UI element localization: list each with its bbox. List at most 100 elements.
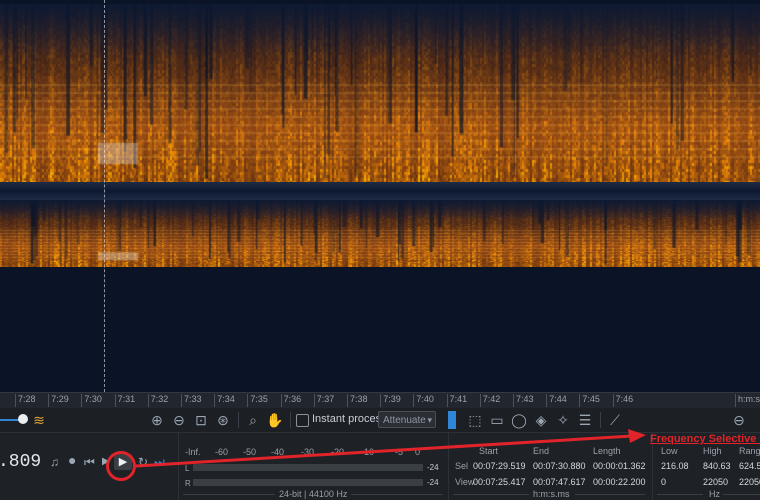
time-tick: 7:40 bbox=[413, 394, 434, 407]
headphones-icon[interactable]: ♫ bbox=[50, 455, 59, 469]
meter-scale-tick: -Inf. bbox=[185, 447, 201, 457]
spectrogram-view[interactable] bbox=[0, 0, 760, 392]
spectrogram-channel-left[interactable] bbox=[0, 4, 760, 182]
meter-scale-tick: 0 bbox=[415, 447, 421, 457]
selection-info: Start End Length Sel 00:07:29.519 00:07:… bbox=[448, 433, 649, 500]
zoom-out-icon[interactable]: ⊖ bbox=[730, 411, 748, 429]
time-tick: 7:45 bbox=[579, 394, 600, 407]
lasso-icon[interactable]: ◯ bbox=[510, 411, 528, 429]
time-tick: 7:39 bbox=[380, 394, 401, 407]
time-tick: 7:38 bbox=[347, 394, 368, 407]
time-tick: 7:33 bbox=[181, 394, 202, 407]
instant-process-label: Instant process bbox=[312, 413, 387, 425]
zoom-in-icon[interactable]: ⊕ bbox=[148, 411, 166, 429]
highlight-circle bbox=[106, 451, 136, 481]
sel-high-field[interactable]: 840.63 bbox=[703, 461, 731, 471]
header-low: Low bbox=[661, 446, 678, 456]
time-tick: 7:31 bbox=[114, 394, 136, 407]
skip-back-icon[interactable]: ⏮ bbox=[84, 455, 95, 469]
view-length-field[interactable]: 00:00:22.200 bbox=[593, 477, 646, 487]
time-tick: 7:36 bbox=[280, 394, 302, 407]
harmonic-icon[interactable]: ☰ bbox=[576, 411, 594, 429]
meter-left-bar bbox=[193, 464, 423, 471]
spectrogram-channel-right[interactable] bbox=[0, 200, 760, 267]
toolbar-divider bbox=[600, 412, 601, 428]
waveform-icon[interactable]: ≋ bbox=[30, 411, 48, 429]
time-select-icon[interactable] bbox=[448, 411, 456, 429]
chevron-down-icon: ▾ bbox=[427, 415, 432, 425]
sel-range-field[interactable]: 624.55 bbox=[739, 461, 760, 471]
time-tick: 7:42 bbox=[479, 394, 501, 407]
status-panel: .809 ♫ ● ⏮ ▶ ▶ ↻ ⏭ -Inf. -60 -50 -40 -30 -20-… bbox=[0, 433, 760, 500]
envelope-icon[interactable]: ⟋ bbox=[606, 411, 624, 429]
meter-right-value: -24 bbox=[427, 478, 439, 487]
annotation-callout: Frequency Selective Li bbox=[650, 433, 760, 445]
sel-low-field[interactable]: 216.08 bbox=[661, 461, 689, 471]
skip-forward-icon[interactable]: ⏭ bbox=[154, 455, 165, 469]
time-tick: 7:28 bbox=[15, 394, 36, 407]
sel-length-field[interactable]: 00:00:01.362 bbox=[593, 461, 646, 471]
instant-process-checkbox[interactable] bbox=[296, 414, 309, 427]
row-label-sel: Sel bbox=[455, 461, 469, 471]
sel-end-field[interactable]: 00:07:30.880 bbox=[533, 461, 586, 471]
toolbar: ≋ ⊕ ⊖ ⊡ ⊛ ⌕ ✋ Instant process Attenuate … bbox=[0, 408, 760, 433]
zoom-fit-icon[interactable]: ⊛ bbox=[214, 411, 232, 429]
rect-select-icon[interactable]: ⬚ bbox=[466, 411, 484, 429]
header-start: Start bbox=[479, 446, 499, 456]
header-range: Range bbox=[739, 446, 760, 456]
magic-wand-icon[interactable]: ✧ bbox=[554, 411, 572, 429]
record-icon[interactable]: ● bbox=[68, 453, 76, 467]
brush-icon[interactable]: ◈ bbox=[532, 411, 550, 429]
time-tick: 7:29 bbox=[48, 394, 69, 407]
view-start-field[interactable]: 00:07:25.417 bbox=[473, 477, 526, 487]
time-tick: 7:34 bbox=[214, 394, 235, 407]
divider-line bbox=[657, 494, 703, 495]
time-tick: 7:37 bbox=[313, 394, 335, 407]
view-range-field[interactable]: 22050 bbox=[739, 477, 760, 487]
zoom-slider-knob[interactable] bbox=[18, 414, 28, 424]
audio-format: 24-bit | 44100 Hz bbox=[279, 489, 348, 499]
time-tick: 7:30 bbox=[81, 394, 102, 407]
divider-line bbox=[183, 494, 275, 495]
instant-process-mode-select[interactable]: Attenuate ▾ bbox=[378, 411, 436, 428]
meter-scale-tick: -10 bbox=[361, 447, 375, 457]
timeline-ruler[interactable]: 7:28 7:29 7:30 7:31 7:32 7:33 7:34 7:35 7:36 7:37… bbox=[0, 392, 760, 408]
divider-line bbox=[723, 494, 760, 495]
instant-process-mode-value: Attenuate bbox=[383, 415, 426, 426]
zoom-icon[interactable]: ⌕ bbox=[244, 411, 262, 429]
view-low-field[interactable]: 0 bbox=[661, 477, 666, 487]
header-end: End bbox=[533, 446, 550, 456]
loop-icon[interactable]: ↻ bbox=[138, 455, 148, 469]
meter-left-value: -24 bbox=[427, 463, 439, 472]
time-display: .809 bbox=[0, 452, 42, 472]
header-high: High bbox=[703, 446, 722, 456]
channel-divider bbox=[0, 182, 760, 200]
meter-right-label: R bbox=[185, 479, 191, 488]
time-tick: 7:44 bbox=[546, 394, 567, 407]
meter-scale-tick: -30 bbox=[301, 447, 315, 457]
time-unit-label: h:m:s.ms bbox=[533, 489, 570, 499]
meter-scale-tick: -40 bbox=[271, 447, 285, 457]
sel-start-field[interactable]: 00:07:29.519 bbox=[473, 461, 526, 471]
time-tick: 7:35 bbox=[247, 394, 268, 407]
divider-line bbox=[453, 494, 529, 495]
toolbar-divider bbox=[290, 412, 291, 428]
time-tick: 7:46 bbox=[612, 394, 634, 407]
meter-scale-tick: -5 bbox=[395, 447, 404, 457]
toolbar-divider bbox=[238, 412, 239, 428]
row-label-view: View bbox=[455, 477, 475, 487]
time-unit-tick: h:m:s bbox=[734, 394, 760, 407]
header-length: Length bbox=[593, 446, 621, 456]
meter-scale-tick: -50 bbox=[243, 447, 257, 457]
playhead-cursor[interactable] bbox=[104, 0, 106, 392]
view-high-field[interactable]: 22050 bbox=[703, 477, 728, 487]
meter-left-label: L bbox=[185, 464, 190, 473]
freq-select-icon[interactable]: ▭ bbox=[488, 411, 506, 429]
zoom-out-icon[interactable]: ⊖ bbox=[170, 411, 188, 429]
view-end-field[interactable]: 00:07:47.617 bbox=[533, 477, 586, 487]
level-meter: -Inf. -60 -50 -40 -30 -20 -10 -5 0 L -24 R -24 2… bbox=[178, 433, 447, 500]
meter-scale-tick: -20 bbox=[331, 447, 345, 457]
freq-unit-label: Hz bbox=[709, 489, 720, 499]
hand-icon[interactable]: ✋ bbox=[266, 411, 284, 429]
zoom-selection-icon[interactable]: ⊡ bbox=[192, 411, 210, 429]
